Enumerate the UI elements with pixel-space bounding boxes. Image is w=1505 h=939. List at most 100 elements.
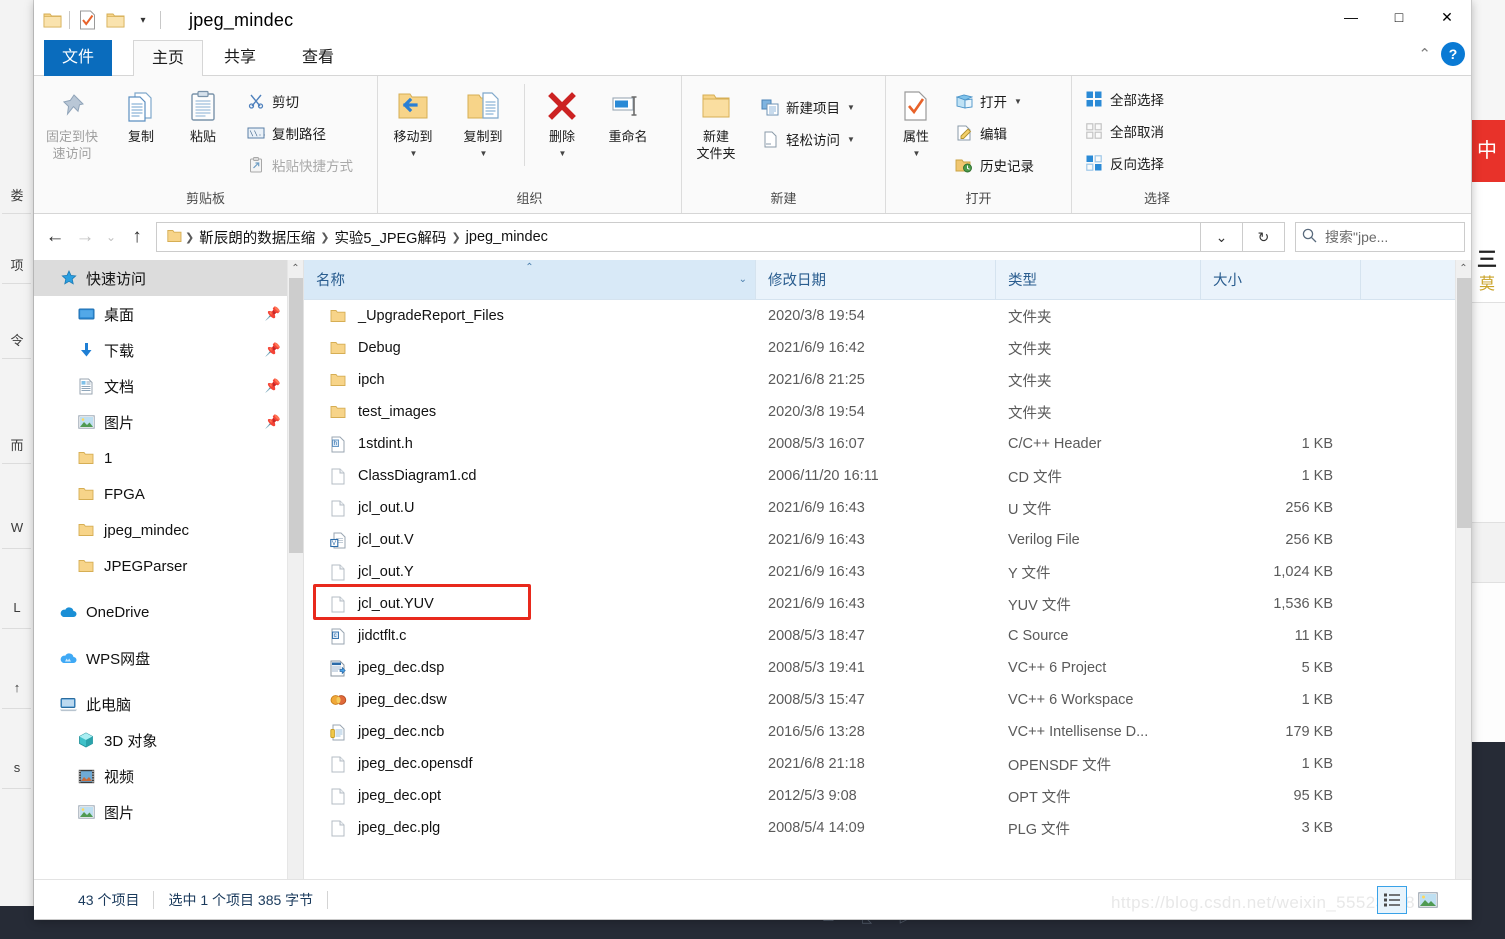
maximize-button[interactable]: □ xyxy=(1375,0,1423,34)
file-name-cell[interactable]: ClassDiagram1.cd xyxy=(304,466,756,486)
nav-item-videos[interactable]: 视频 xyxy=(34,758,303,794)
pin-to-quick-access-button[interactable]: 固定到快 速访问 xyxy=(34,84,110,162)
file-list-scrollbar[interactable]: ⌃ xyxy=(1455,260,1471,905)
breadcrumb-separator-2[interactable]: ❯ xyxy=(450,231,461,244)
nav-pane-scrollbar[interactable]: ⌃ ⌄ xyxy=(287,260,303,905)
qat-chevron-down-icon[interactable]: ▾ xyxy=(129,6,157,34)
chevron-up-icon[interactable]: ⌃ xyxy=(1418,45,1431,63)
file-name-cell[interactable]: jpeg_dec.dsp xyxy=(304,658,756,678)
column-header-type[interactable]: 类型 xyxy=(996,260,1201,299)
delete-button[interactable]: 删除 ▼ xyxy=(531,84,593,162)
nav-item-downloads[interactable]: 下载 📌 xyxy=(34,332,303,368)
new-item-dropdown-icon[interactable]: ▼ xyxy=(847,103,855,112)
file-name-cell[interactable]: jpeg_dec.opt xyxy=(304,786,756,806)
column-name-dropdown-icon[interactable]: ⌄ xyxy=(739,274,747,285)
file-name-cell[interactable]: Debug xyxy=(304,338,756,358)
move-to-button[interactable]: 移动到 ▼ xyxy=(378,84,448,162)
table-row[interactable]: jpeg_dec.opensdf 2021/6/8 21:18 OPENSDF … xyxy=(304,748,1471,780)
easy-access-dropdown-icon[interactable]: ▼ xyxy=(847,135,855,144)
forward-button[interactable]: → xyxy=(70,222,100,252)
details-view-button[interactable] xyxy=(1377,885,1407,914)
nav-item-documents[interactable]: 文档 📌 xyxy=(34,368,303,404)
column-header-name[interactable]: ⌃ 名称 ⌄ xyxy=(304,260,756,299)
pin-icon-documents[interactable]: 📌 xyxy=(265,378,281,394)
nav-item-fpga[interactable]: FPGA xyxy=(34,476,303,512)
thumbnails-view-button[interactable] xyxy=(1413,886,1443,914)
breadcrumb-separator-1[interactable]: ❯ xyxy=(319,231,330,244)
table-row[interactable]: Debug 2021/6/9 16:42 文件夹 xyxy=(304,332,1471,364)
table-row[interactable]: jcl_out.Y 2021/6/9 16:43 Y 文件 1,024 KB xyxy=(304,556,1471,588)
nav-scroll-up-icon[interactable]: ⌃ xyxy=(288,260,303,277)
tab-share[interactable]: 共享 xyxy=(206,40,274,76)
new-folder-button[interactable]: 新建 文件夹 xyxy=(682,84,750,162)
qat-folder-icon[interactable] xyxy=(38,6,66,34)
table-row-highlighted[interactable]: jcl_out.YUV 2021/6/9 16:43 YUV 文件 1,536 … xyxy=(304,584,1471,620)
paste-button[interactable]: 粘贴 xyxy=(172,84,234,145)
up-button[interactable]: ↑ xyxy=(122,222,152,252)
file-name-cell[interactable]: test_images xyxy=(304,402,756,422)
column-header-date[interactable]: 修改日期 xyxy=(756,260,996,299)
breadcrumb-item-1[interactable]: 实验5_JPEG解码 xyxy=(330,227,450,248)
copy-path-button[interactable]: \\.. 复制路径 xyxy=(242,118,357,148)
file-name-cell[interactable]: ipch xyxy=(304,370,756,390)
nav-item-jpeg-mindec[interactable]: jpeg_mindec xyxy=(34,512,303,548)
file-name-cell[interactable]: jpeg_dec.plg xyxy=(304,818,756,838)
back-button[interactable]: ← xyxy=(40,222,70,252)
file-name-cell[interactable]: jcl_out.YUV xyxy=(304,594,756,614)
breadcrumb-item-0[interactable]: 靳辰朗的数据压缩 xyxy=(195,227,319,248)
rename-button[interactable]: 重命名 xyxy=(593,84,663,145)
open-dropdown-icon[interactable]: ▼ xyxy=(1014,97,1022,106)
nav-item-wps-cloud[interactable]: WPS网盘 xyxy=(34,640,303,676)
nav-item-pictures[interactable]: 图片 📌 xyxy=(34,404,303,440)
select-all-button[interactable]: 全部选择 xyxy=(1080,84,1168,114)
nav-item-folder-1[interactable]: 1 xyxy=(34,440,303,476)
table-row[interactable]: V jcl_out.V 2021/6/9 16:43 Verilog File … xyxy=(304,524,1471,556)
pin-icon-desktop[interactable]: 📌 xyxy=(265,306,281,322)
tab-file[interactable]: 文件 xyxy=(44,40,113,76)
nav-item-jpegparser[interactable]: JPEGParser xyxy=(34,548,303,584)
help-icon[interactable]: ? xyxy=(1441,42,1465,66)
file-name-cell[interactable]: jcl_out.Y xyxy=(304,562,756,582)
table-row[interactable]: h 1stdint.h 2008/5/3 16:07 C/C++ Header … xyxy=(304,428,1471,460)
file-name-cell[interactable]: jpeg_dec.ncb xyxy=(304,722,756,742)
table-row[interactable]: jcl_out.U 2021/6/9 16:43 U 文件 256 KB xyxy=(304,492,1471,524)
history-button[interactable]: 历史记录 xyxy=(950,150,1038,180)
refresh-button[interactable]: ↻ xyxy=(1243,222,1285,252)
table-row[interactable]: c jidctflt.c 2008/5/3 18:47 C Source 11 … xyxy=(304,620,1471,652)
new-item-button[interactable]: 新建项目 ▼ xyxy=(756,92,859,122)
recent-locations-button[interactable]: ⌄ xyxy=(100,222,122,252)
nav-item-this-pc[interactable]: 此电脑 xyxy=(34,686,303,722)
nav-item-quick-access[interactable]: 快速访问 xyxy=(34,260,303,296)
breadcrumb-separator-0[interactable]: ❯ xyxy=(184,231,195,244)
qat-properties-icon[interactable] xyxy=(73,6,101,34)
tab-view[interactable]: 查看 xyxy=(284,40,352,76)
nav-item-3d-objects[interactable]: 3D 对象 xyxy=(34,722,303,758)
select-none-button[interactable]: 全部取消 xyxy=(1080,116,1168,146)
nav-item-desktop[interactable]: 桌面 📌 xyxy=(34,296,303,332)
pin-icon-downloads[interactable]: 📌 xyxy=(265,342,281,358)
cut-button[interactable]: 剪切 xyxy=(242,86,357,116)
breadcrumb-item-2[interactable]: jpeg_mindec xyxy=(462,229,552,245)
minimize-button[interactable]: — xyxy=(1327,0,1375,34)
close-button[interactable]: ✕ xyxy=(1423,0,1471,34)
list-scroll-up-icon[interactable]: ⌃ xyxy=(1456,260,1471,277)
column-header-size[interactable]: 大小 xyxy=(1201,260,1361,299)
pin-icon-pictures[interactable]: 📌 xyxy=(265,414,281,430)
copy-button[interactable]: 复制 xyxy=(110,84,172,145)
address-breadcrumb-bar[interactable]: ❯ 靳辰朗的数据压缩 ❯ 实验5_JPEG解码 ❯ jpeg_mindec xyxy=(156,222,1201,252)
address-dropdown-button[interactable]: ⌄ xyxy=(1201,222,1243,252)
table-row[interactable]: jpeg_dec.ncb 2016/5/6 13:28 VC++ Intelli… xyxy=(304,716,1471,748)
nav-scroll-thumb[interactable] xyxy=(289,278,303,553)
nav-item-pictures-2[interactable]: 图片 xyxy=(34,794,303,830)
paste-shortcut-button[interactable]: 粘贴快捷方式 xyxy=(242,150,357,180)
properties-button[interactable]: 属性 ▼ xyxy=(886,84,946,162)
list-scroll-thumb[interactable] xyxy=(1457,278,1471,528)
table-row[interactable]: jpeg_dec.dsw 2008/5/3 15:47 VC++ 6 Works… xyxy=(304,684,1471,716)
nav-item-onedrive[interactable]: OneDrive xyxy=(34,594,303,630)
move-to-dropdown-icon[interactable]: ▼ xyxy=(410,145,418,162)
file-name-cell[interactable]: jpeg_dec.opensdf xyxy=(304,754,756,774)
tab-home[interactable]: 主页 xyxy=(133,40,204,77)
table-row[interactable]: _UpgradeReport_Files 2020/3/8 19:54 文件夹 xyxy=(304,300,1471,332)
table-row[interactable]: jpeg_dec.dsp 2008/5/3 19:41 VC++ 6 Proje… xyxy=(304,652,1471,684)
copy-to-button[interactable]: 复制到 ▼ xyxy=(448,84,518,162)
